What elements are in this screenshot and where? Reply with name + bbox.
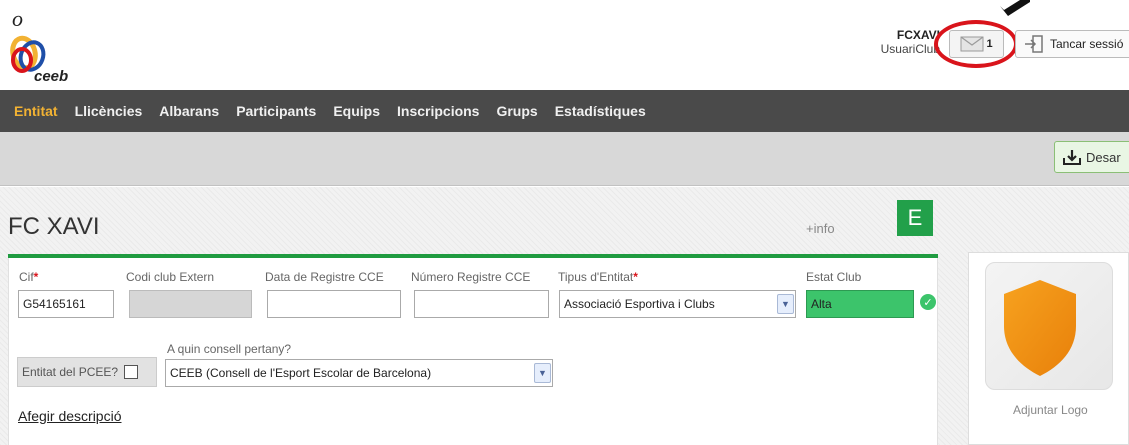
download-icon [1063,150,1081,165]
action-toolbar [0,132,1129,186]
ceeb-logo[interactable]: o ceeb [4,6,86,88]
nav-item-inscripcions[interactable]: Inscripcions [397,103,479,119]
logout-label: Tancar sessió [1050,37,1124,51]
pcee-checkbox[interactable] [124,365,139,379]
logout-button[interactable]: Tancar sessió [1015,30,1129,58]
tipus-entitat-select[interactable]: Associació Esportiva i Clubs ▼ [559,290,796,318]
cif-label: Cif* [19,270,39,284]
add-description-link[interactable]: Afegir descripció [18,408,122,424]
numero-registre-label: Número Registre CCE [411,270,531,284]
logo-text: ceeb [34,68,68,85]
user-name: FCXAVI [896,28,940,42]
codi-club-input[interactable] [129,290,252,318]
tipus-entitat-value: Associació Esportiva i Clubs [564,297,715,311]
more-info-link[interactable]: +info [806,221,835,236]
estat-club-field: Alta [806,290,914,318]
main-nav: Entitat Llicències Albarans Participants… [0,90,1129,132]
entity-title: FC XAVI [8,213,100,240]
nav-item-equips[interactable]: Equips [333,103,380,119]
shield-icon [1004,280,1076,376]
nav-item-llicencies[interactable]: Llicències [75,103,143,119]
nav-item-albarans[interactable]: Albarans [159,103,219,119]
logout-icon [1025,35,1043,53]
consell-value: CEEB (Consell de l'Esport Escolar de Bar… [170,366,432,380]
messages-count: 1 [986,38,993,50]
save-label: Desar [1086,149,1121,165]
chevron-down-icon: ▼ [777,294,794,314]
cif-input[interactable]: G54165161 [18,290,114,318]
svg-text:o: o [12,8,23,31]
messages-button[interactable]: 1 [949,30,1004,58]
nav-item-entitat[interactable]: Entitat [14,103,58,119]
pointer-arrow-icon [1000,0,1030,16]
pcee-label: Entitat del PCEE? [22,365,119,379]
user-info: FCXAVI UsuariClub [862,28,940,56]
entity-type-badge: E [897,200,933,236]
data-registre-label: Data de Registre CCE [265,270,384,284]
app-header: o ceeb FCXAVI UsuariClub 1 Tancar sessió [0,0,1129,90]
entity-form-panel [8,258,938,445]
estat-club-label: Estat Club [806,270,862,284]
nav-item-grups[interactable]: Grups [496,103,537,119]
envelope-icon [960,36,984,52]
check-circle-icon: ✓ [920,294,936,310]
save-download-button[interactable]: Desar [1054,141,1129,173]
numero-registre-input[interactable] [414,290,549,318]
pcee-toggle[interactable]: Entitat del PCEE? [17,357,157,387]
tipus-entitat-label: Tipus d'Entitat* [558,270,638,284]
chevron-down-icon: ▼ [534,363,551,383]
consell-label: A quin consell pertany? [167,342,292,356]
codi-club-label: Codi club Extern [126,270,215,284]
nav-item-estadistiques[interactable]: Estadístiques [555,103,646,119]
data-registre-input[interactable] [267,290,401,318]
user-role: UsuariClub [880,42,940,56]
nav-item-participants[interactable]: Participants [236,103,316,119]
consell-select[interactable]: CEEB (Consell de l'Esport Escolar de Bar… [165,359,553,387]
attach-logo-label[interactable]: Adjuntar Logo [1013,403,1088,417]
